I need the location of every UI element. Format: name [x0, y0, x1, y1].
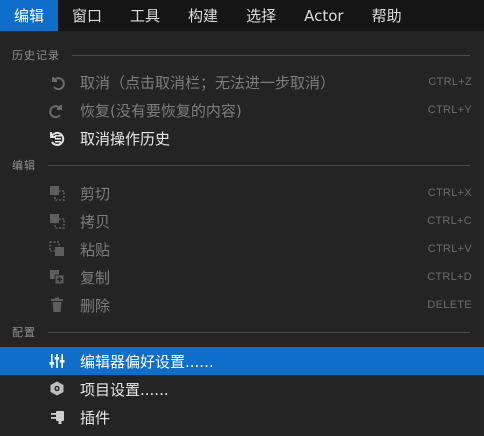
menu-actor[interactable]: Actor: [290, 0, 357, 31]
section-config-title: 配置: [12, 326, 36, 339]
menu-window[interactable]: 窗口: [58, 0, 116, 31]
sliders-icon: [49, 354, 65, 368]
menu-build[interactable]: 构建: [174, 0, 232, 31]
menu-item-undo[interactable]: 取消（点击取消栏；无法进一步取消） CTRL+Z: [0, 68, 484, 96]
menu-item-duplicate[interactable]: 复制 CTRL+D: [0, 263, 484, 291]
menu-item-plugins[interactable]: 插件: [0, 403, 484, 431]
menu-item-label: 删除: [80, 296, 111, 315]
menu-item-shortcut: CTRL+D: [427, 271, 472, 283]
project-settings-icon: [50, 381, 64, 396]
menu-item-label: 复制: [80, 268, 111, 287]
paste-icon: [49, 241, 64, 256]
menu-item-shortcut: CTRL+Z: [428, 76, 472, 88]
copy-icon: [50, 214, 65, 229]
menu-item-copy[interactable]: 拷贝 CTRL+C: [0, 207, 484, 235]
menu-select[interactable]: 选择: [232, 0, 290, 31]
plugin-icon: [51, 411, 64, 424]
menu-item-label: 剪切: [80, 184, 111, 203]
section-edit: 编辑: [0, 155, 484, 175]
menu-item-label: 粘贴: [80, 240, 111, 259]
section-edit-title: 编辑: [12, 159, 36, 172]
menu-help[interactable]: 帮助: [358, 0, 416, 31]
menu-tools[interactable]: 工具: [116, 0, 174, 31]
undo-icon: [52, 77, 65, 91]
menu-item-paste[interactable]: 粘贴 CTRL+V: [0, 235, 484, 263]
menu-item-label: 恢复(没有要恢复的内容): [80, 101, 242, 120]
section-config: 配置: [0, 322, 484, 342]
menu-item-label: 取消操作历史: [80, 129, 171, 148]
section-divider: [48, 331, 470, 333]
redo-icon: [49, 105, 62, 119]
menu-item-shortcut: CTRL+Y: [427, 104, 472, 116]
menu-item-undo-history[interactable]: 取消操作历史: [0, 124, 484, 152]
section-history: 历史记录: [0, 45, 484, 65]
duplicate-icon: [50, 270, 65, 285]
menu-item-shortcut: CTRL+X: [427, 187, 472, 199]
edit-dropdown-menu: 历史记录 取消（点击取消栏；无法进一步取消） CTRL+Z 恢复(没有要恢复的内…: [0, 31, 484, 436]
section-history-title: 历史记录: [12, 49, 60, 62]
menu-bar: 编辑 窗口 工具 构建 选择 Actor 帮助: [0, 0, 484, 31]
menu-item-shortcut: CTRL+V: [427, 243, 472, 255]
menu-item-label: 项目设置......: [80, 380, 169, 399]
menu-item-label: 编辑器偏好设置......: [80, 352, 214, 371]
menu-item-shortcut: CTRL+C: [427, 215, 472, 227]
menu-item-label: 拷贝: [80, 212, 111, 231]
menu-item-editor-preferences[interactable]: 编辑器偏好设置......: [0, 347, 484, 375]
menu-item-project-settings[interactable]: 项目设置......: [0, 375, 484, 403]
menu-item-label: 插件: [80, 408, 111, 427]
cut-icon: [50, 186, 65, 201]
menu-item-redo[interactable]: 恢复(没有要恢复的内容) CTRL+Y: [0, 96, 484, 124]
menu-item-label: 取消（点击取消栏；无法进一步取消）: [80, 73, 336, 92]
delete-icon: [51, 297, 63, 312]
menu-edit[interactable]: 编辑: [0, 0, 59, 31]
section-divider: [48, 164, 470, 166]
menu-item-cut[interactable]: 剪切 CTRL+X: [0, 179, 484, 207]
section-divider: [72, 54, 470, 56]
menu-item-delete[interactable]: 删除 DELETE: [0, 291, 484, 319]
menu-item-shortcut: DELETE: [427, 299, 472, 311]
history-icon: [50, 131, 65, 146]
